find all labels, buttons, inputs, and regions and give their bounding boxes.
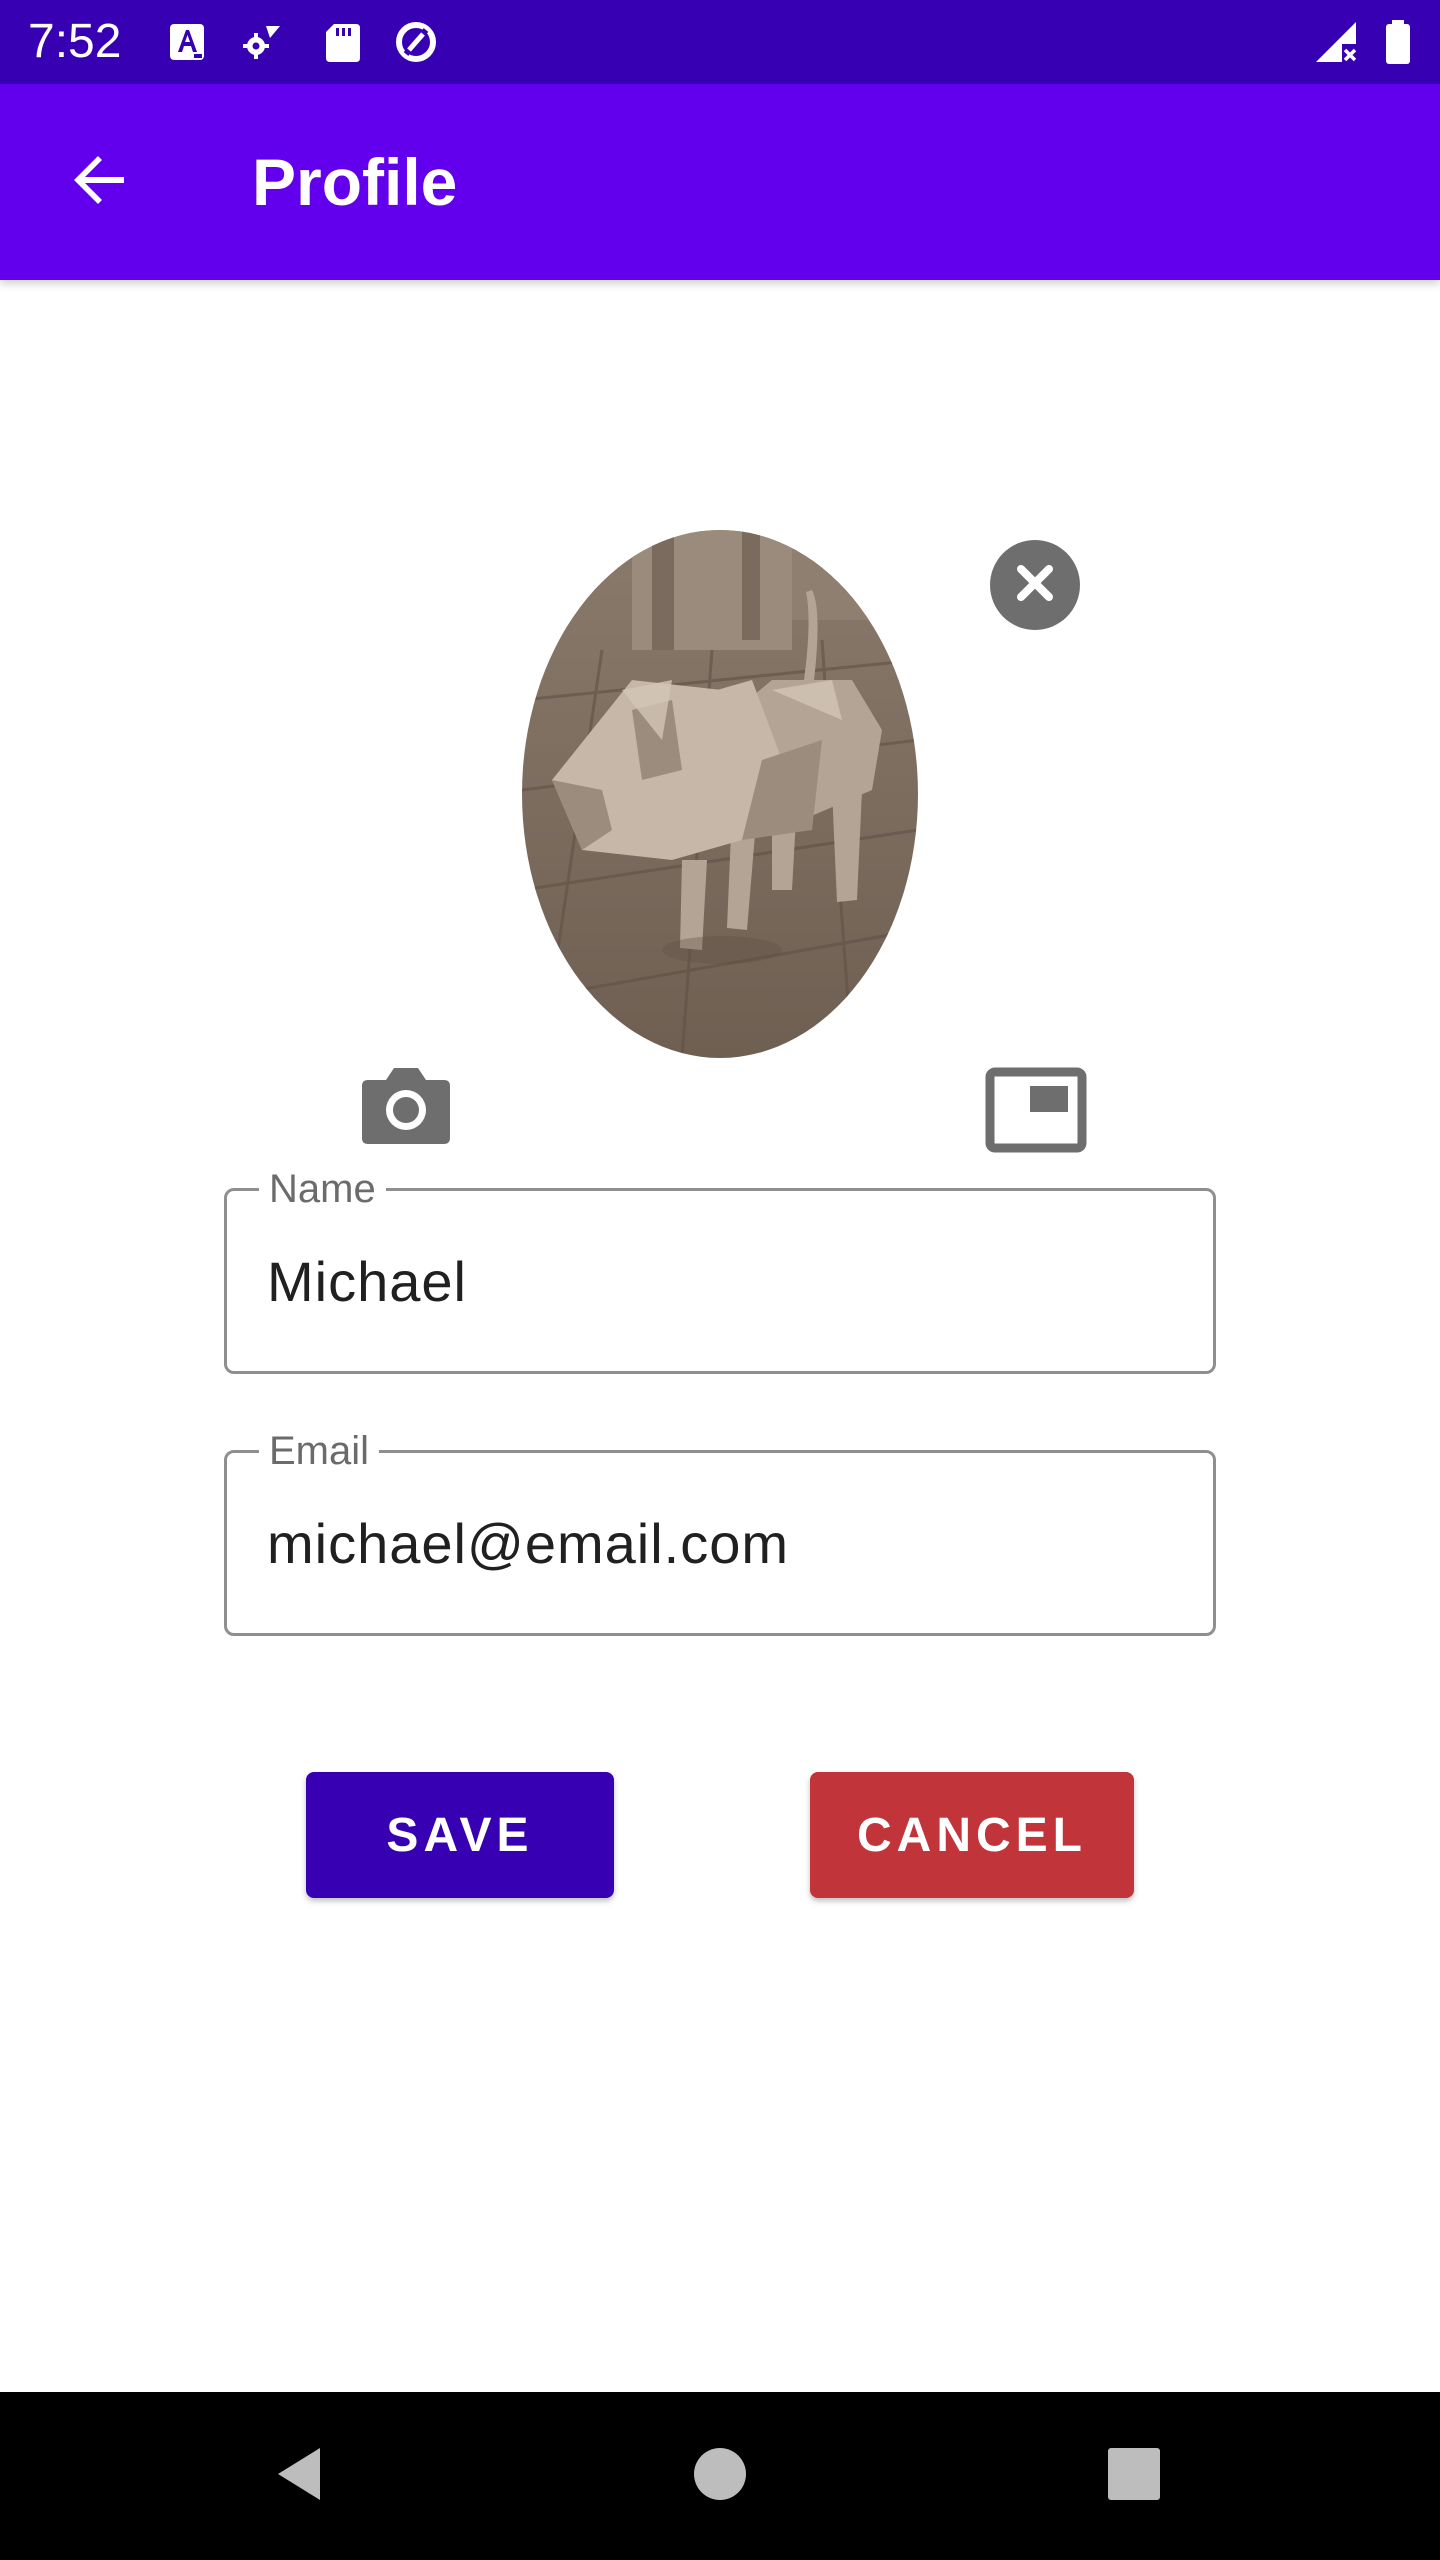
name-field-label: Name <box>259 1165 386 1213</box>
back-button[interactable] <box>48 130 152 234</box>
nav-recents-icon <box>1102 2442 1166 2511</box>
app-bar: Profile <box>0 84 1440 280</box>
settings-notification-icon <box>236 18 284 66</box>
nav-back-icon <box>268 2442 332 2511</box>
arrow-back-icon <box>68 148 132 217</box>
sd-card-icon <box>318 18 366 66</box>
email-field[interactable]: Email <box>224 1427 1216 1636</box>
signal-no-data-icon <box>1312 18 1360 66</box>
take-photo-button[interactable] <box>354 1060 458 1150</box>
status-bar: 7:52 <box>0 0 1440 84</box>
status-time: 7:52 <box>28 15 122 68</box>
text-a-notification-icon <box>164 18 212 66</box>
email-field-label: Email <box>259 1427 380 1475</box>
nav-home-button[interactable] <box>672 2428 768 2524</box>
camera-icon <box>354 1068 458 1154</box>
gallery-icon <box>984 1067 1088 1160</box>
profile-photo <box>522 530 918 1058</box>
nav-recents-button[interactable] <box>1086 2428 1182 2524</box>
data-saver-icon <box>392 18 440 66</box>
email-input[interactable] <box>267 1503 1167 1583</box>
cancel-button[interactable]: CANCEL <box>810 1772 1134 1898</box>
save-button[interactable]: SAVE <box>306 1772 614 1898</box>
navigation-bar <box>0 2392 1440 2560</box>
nav-home-icon <box>688 2442 752 2511</box>
page-title: Profile <box>252 145 458 219</box>
battery-full-icon <box>1374 18 1422 66</box>
choose-from-gallery-button[interactable] <box>984 1066 1088 1156</box>
remove-photo-button[interactable] <box>990 540 1080 630</box>
name-input[interactable] <box>267 1241 1167 1321</box>
close-circle-icon <box>1009 557 1061 614</box>
nav-back-button[interactable] <box>252 2428 348 2524</box>
name-field[interactable]: Name <box>224 1165 1216 1374</box>
